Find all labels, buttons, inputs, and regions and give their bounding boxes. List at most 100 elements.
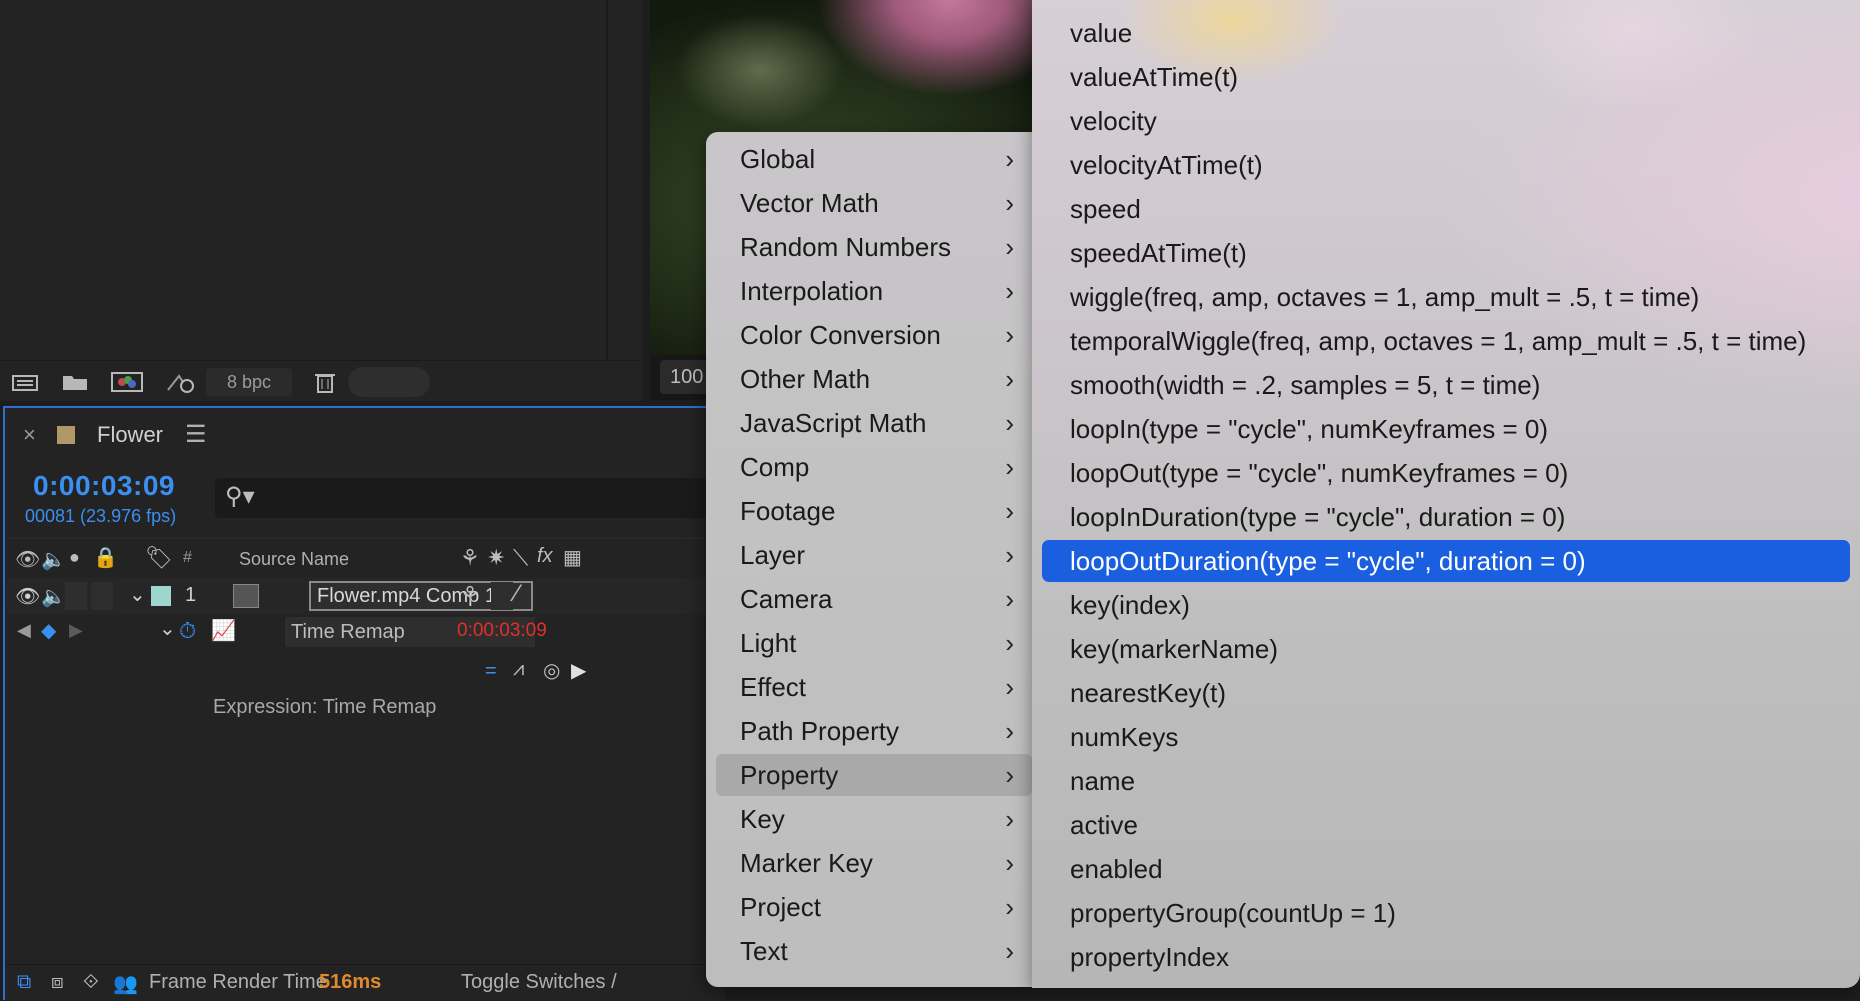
menu-item-marker-key[interactable]: Marker Key › xyxy=(716,842,1032,884)
source-name-column-header[interactable]: Source Name xyxy=(239,549,349,570)
submenu-item[interactable]: velocity xyxy=(1042,100,1850,142)
menu-item-color-conversion[interactable]: Color Conversion › xyxy=(716,314,1032,356)
menu-item-layer[interactable]: Layer › xyxy=(716,534,1032,576)
quality-icon[interactable]: ⟍ xyxy=(513,545,528,571)
property-value[interactable]: 0:00:03:09 xyxy=(457,620,547,642)
trash-icon[interactable] xyxy=(310,370,340,394)
submenu-item[interactable]: propertyGroup(countUp = 1) xyxy=(1042,892,1850,934)
submenu-item[interactable]: loopIn(type = "cycle", numKeyframes = 0) xyxy=(1042,408,1850,450)
expand-chevron-icon[interactable]: ⌄ xyxy=(129,582,146,607)
menu-item-label: Layer xyxy=(740,540,806,570)
submenu-item[interactable]: active xyxy=(1042,804,1850,846)
toggle-switches-modes[interactable]: Toggle Switches / xyxy=(461,971,617,994)
audio-toggle-icon[interactable]: 🔈 xyxy=(41,547,66,572)
menu-item-interpolation[interactable]: Interpolation › xyxy=(716,270,1032,312)
menu-item-effect[interactable]: Effect › xyxy=(716,666,1032,708)
draft-3d-icon[interactable]: ⟐ xyxy=(83,971,99,994)
submenu-item[interactable]: nearestKey(t) xyxy=(1042,672,1850,714)
menu-item-project[interactable]: Project › xyxy=(716,886,1032,928)
menu-item-random-numbers[interactable]: Random Numbers › xyxy=(716,226,1032,268)
timeline-status-bar: ⧉ ⧈ ⟐ 👥 Frame Render Time 516ms Toggle S… xyxy=(5,964,725,1001)
submenu-item[interactable]: valueAtTime(t) xyxy=(1042,56,1850,98)
comp-nav-icon[interactable]: ⧉ xyxy=(17,971,31,994)
menu-item-label: Light xyxy=(740,628,797,658)
submenu-item[interactable]: speedAtTime(t) xyxy=(1042,232,1850,274)
bit-depth-button[interactable]: 8 bpc xyxy=(206,368,292,396)
menu-item-javascript-math[interactable]: JavaScript Math › xyxy=(716,402,1032,444)
keyframe-diamond-icon[interactable]: ◆ xyxy=(41,618,56,643)
quality-switch-icon[interactable]: ⁄ xyxy=(515,580,519,608)
chevron-right-icon: › xyxy=(1005,584,1014,614)
layer-row[interactable]: 👁 🔈 ⌄ 1 Flower.mp4 Comp 1 ⚘ ⁄ xyxy=(5,578,725,614)
layer-shy-switch-icon[interactable]: ⚘ xyxy=(460,582,480,608)
solo-cell[interactable] xyxy=(65,582,87,610)
video-toggle-icon[interactable]: 👁 xyxy=(15,547,40,572)
submenu-item[interactable]: key(index) xyxy=(1042,584,1850,626)
submenu-item[interactable]: loopOutDuration(type = "cycle", duration… xyxy=(1042,540,1850,582)
prev-keyframe-icon[interactable]: ◀ xyxy=(17,620,31,641)
property-submenu: value valueAtTime(t) velocity velocityAtTim… xyxy=(1032,0,1860,988)
menu-item-text[interactable]: Text › xyxy=(716,930,1032,972)
layer-visibility-icon[interactable]: 👁 xyxy=(15,584,40,609)
menu-item-other-math[interactable]: Other Math › xyxy=(716,358,1032,400)
submenu-item[interactable]: numKeys xyxy=(1042,716,1850,758)
collapse-icon[interactable]: ✷ xyxy=(487,545,505,571)
expression-language-menu-icon[interactable]: ▶ xyxy=(571,658,586,683)
submenu-item[interactable]: loopInDuration(type = "cycle", duration … xyxy=(1042,496,1850,538)
comp-thumbnail-icon xyxy=(233,584,259,608)
new-composition-icon[interactable] xyxy=(110,370,143,394)
motion-blur-icon[interactable]: 👥 xyxy=(113,971,138,996)
panel-menu-icon[interactable]: ☰ xyxy=(185,420,207,449)
next-keyframe-icon[interactable]: ▶ xyxy=(69,620,83,641)
layer-header-row: 👁 🔈 ● 🔒 🏷 # Source Name ⚘ ✷ ⟍ fx ▦ xyxy=(5,538,725,580)
new-folder-icon[interactable] xyxy=(60,370,90,394)
menu-item-camera[interactable]: Camera › xyxy=(716,578,1032,620)
menu-item-global[interactable]: Global › xyxy=(716,138,1032,180)
frame-blend-icon[interactable]: ▦ xyxy=(563,545,582,570)
submenu-item[interactable]: wiggle(freq, amp, octaves = 1, amp_mult … xyxy=(1042,276,1850,318)
submenu-item[interactable]: velocityAtTime(t) xyxy=(1042,144,1850,186)
lock-icon[interactable]: 🔒 xyxy=(93,545,118,570)
expression-graph-icon[interactable]: ⩘ xyxy=(513,658,524,681)
menu-item-key[interactable]: Key › xyxy=(716,798,1032,840)
layer-label-color[interactable] xyxy=(151,586,171,606)
submenu-item[interactable]: key(markerName) xyxy=(1042,628,1850,670)
time-remap-row[interactable]: ◀ ◆ ▶ ⌄ ⏱ 📈 Time Remap 0:00:03:09 xyxy=(5,614,725,650)
menu-item-light[interactable]: Light › xyxy=(716,622,1032,664)
menu-item-path-property[interactable]: Path Property › xyxy=(716,710,1032,752)
property-expand-chevron-icon[interactable]: ⌄ xyxy=(159,616,176,641)
submenu-item[interactable]: speed xyxy=(1042,188,1850,230)
solo-icon[interactable]: ● xyxy=(69,547,80,568)
expression-enable-icon[interactable]: = xyxy=(485,660,497,683)
expression-label[interactable]: Expression: Time Remap xyxy=(213,696,436,719)
layer-audio-icon[interactable]: 🔈 xyxy=(41,584,66,609)
expression-pickwhip-icon[interactable]: ◎ xyxy=(543,658,560,683)
submenu-item[interactable]: loopOut(type = "cycle", numKeyframes = 0… xyxy=(1042,452,1850,494)
submenu-item[interactable]: name xyxy=(1042,760,1850,802)
effects-icon[interactable]: fx xyxy=(537,545,553,568)
mini-flowchart-icon[interactable]: ⧈ xyxy=(51,971,64,994)
submenu-item[interactable]: temporalWiggle(freq, amp, octaves = 1, a… xyxy=(1042,320,1850,362)
layer-search-input[interactable]: ⚲▾ xyxy=(215,478,735,518)
label-tag-icon[interactable]: 🏷 xyxy=(145,545,173,571)
current-timecode[interactable]: 0:00:03:09 xyxy=(33,470,175,502)
project-settings-icon[interactable] xyxy=(165,370,195,394)
submenu-item[interactable]: value xyxy=(1042,12,1850,54)
collapse-switch[interactable] xyxy=(491,582,513,610)
submenu-item[interactable]: enabled xyxy=(1042,848,1850,890)
submenu-item[interactable]: propertyIndex xyxy=(1042,936,1850,978)
shy-icon[interactable]: ⚘ xyxy=(460,545,480,571)
menu-item-vector-math[interactable]: Vector Math › xyxy=(716,182,1032,224)
menu-item-label: Color Conversion xyxy=(740,320,941,350)
menu-item-footage[interactable]: Footage › xyxy=(716,490,1032,532)
menu-item-property[interactable]: Property › xyxy=(716,754,1032,796)
comp-tab-name[interactable]: Flower xyxy=(97,422,163,448)
search-pill[interactable] xyxy=(348,367,430,397)
lock-cell[interactable] xyxy=(91,582,113,610)
stopwatch-icon[interactable]: ⏱ xyxy=(179,618,196,644)
menu-item-comp[interactable]: Comp › xyxy=(716,446,1032,488)
graph-icon[interactable]: 📈 xyxy=(211,618,236,643)
close-tab-icon[interactable]: × xyxy=(23,422,36,448)
submenu-item[interactable]: smooth(width = .2, samples = 5, t = time… xyxy=(1042,364,1850,406)
interpret-footage-icon[interactable] xyxy=(10,370,40,394)
